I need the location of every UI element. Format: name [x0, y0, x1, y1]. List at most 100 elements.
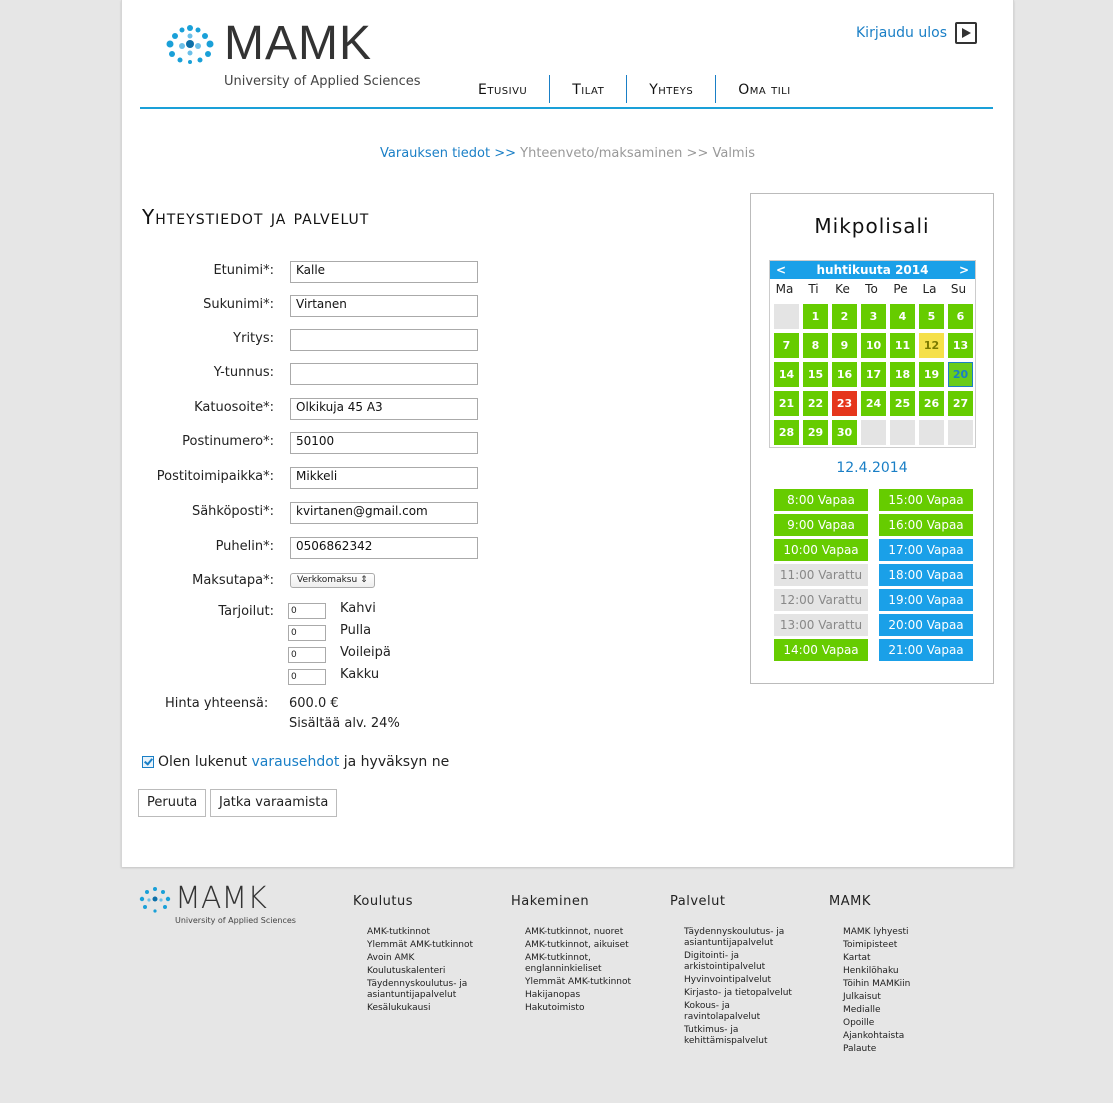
payment-select[interactable]: Verkkomaksu ⇕	[290, 573, 375, 588]
field-input[interactable]: Mikkeli	[290, 467, 478, 489]
footer-link[interactable]: Hakijanopas	[525, 990, 631, 1001]
calendar-day[interactable]: 2	[832, 304, 857, 329]
calendar-day[interactable]: 19	[919, 362, 944, 387]
footer-logo[interactable]: MAMK University of Applied Sciences	[137, 883, 307, 929]
footer-link[interactable]: Avoin AMK	[367, 953, 473, 964]
calendar-day[interactable]: 13	[948, 333, 973, 358]
calendar-day[interactable]: 9	[832, 333, 857, 358]
breadcrumb-active[interactable]: Varauksen tiedot >>	[380, 146, 516, 161]
calendar-day[interactable]: 20	[948, 362, 973, 387]
calendar-day[interactable]: 21	[774, 391, 799, 416]
calendar-day[interactable]: 22	[803, 391, 828, 416]
footer-link[interactable]: Tutkimus- ja kehittämispalvelut	[684, 1025, 792, 1047]
calendar-day[interactable]: 5	[919, 304, 944, 329]
time-slot[interactable]: 17:00 Vapaa	[879, 539, 973, 561]
field-label: Puhelin*:	[215, 539, 274, 554]
footer-link[interactable]: Julkaisut	[843, 992, 910, 1003]
footer-link[interactable]: Ajankohtaista	[843, 1031, 910, 1042]
footer-link[interactable]: Palaute	[843, 1044, 910, 1055]
calendar-day[interactable]: 1	[803, 304, 828, 329]
time-slot[interactable]: 15:00 Vapaa	[879, 489, 973, 511]
logout-link[interactable]: Kirjaudu ulos	[856, 22, 977, 44]
calendar-day[interactable]: 16	[832, 362, 857, 387]
footer-link[interactable]: Hakutoimisto	[525, 1003, 631, 1014]
footer-link[interactable]: AMK-tutkinnot, aikuiset	[525, 940, 631, 951]
time-slot[interactable]: 8:00 Vapaa	[774, 489, 868, 511]
field-input[interactable]: 50100	[290, 432, 478, 454]
calendar-day[interactable]: 25	[890, 391, 915, 416]
continue-button[interactable]: Jatka varaamista	[210, 789, 338, 817]
calendar-day[interactable]: 11	[890, 333, 915, 358]
calendar-day[interactable]: 23	[832, 391, 857, 416]
prev-month-button[interactable]: <	[776, 261, 786, 279]
terms-accept[interactable]: Olen lukenut varausehdot ja hyväksyn ne	[142, 754, 449, 770]
calendar-day[interactable]: 18	[890, 362, 915, 387]
footer-link[interactable]: Täydennyskoulutus- ja asiantuntijapalvel…	[684, 927, 792, 949]
calendar-day[interactable]: 29	[803, 420, 828, 445]
terms-checkbox[interactable]	[142, 756, 154, 768]
service-qty-input[interactable]: 0	[288, 669, 326, 685]
time-slot[interactable]: 14:00 Vapaa	[774, 639, 868, 661]
nav-yhteys[interactable]: Yhteys	[627, 75, 717, 103]
mamk-logo[interactable]: MAMK University of Applied Sciences	[160, 18, 440, 89]
service-qty-input[interactable]: 0	[288, 647, 326, 663]
calendar-day[interactable]: 27	[948, 391, 973, 416]
calendar-day[interactable]: 28	[774, 420, 799, 445]
field-input[interactable]	[290, 329, 478, 351]
service-qty-input[interactable]: 0	[288, 603, 326, 619]
time-slot[interactable]: 21:00 Vapaa	[879, 639, 973, 661]
time-slot[interactable]: 20:00 Vapaa	[879, 614, 973, 636]
time-slot[interactable]: 19:00 Vapaa	[879, 589, 973, 611]
footer-link[interactable]: Kirjasto- ja tietopalvelut	[684, 988, 792, 999]
footer-link[interactable]: Ylemmät AMK-tutkinnot	[525, 977, 631, 988]
field-input[interactable]: 0506862342	[290, 537, 478, 559]
footer-link[interactable]: Medialle	[843, 1005, 910, 1016]
time-slot[interactable]: 10:00 Vapaa	[774, 539, 868, 561]
footer-link[interactable]: Kartat	[843, 953, 910, 964]
footer-link[interactable]: Kesälukukausi	[367, 1003, 473, 1014]
calendar-day[interactable]: 10	[861, 333, 886, 358]
calendar-day[interactable]: 14	[774, 362, 799, 387]
footer-link[interactable]: Toimipisteet	[843, 940, 910, 951]
cancel-button[interactable]: Peruuta	[138, 789, 207, 817]
calendar-day[interactable]: 17	[861, 362, 886, 387]
time-slot[interactable]: 9:00 Vapaa	[774, 514, 868, 536]
field-input[interactable]: Virtanen	[290, 295, 478, 317]
calendar-day[interactable]: 24	[861, 391, 886, 416]
footer-link[interactable]: Ylemmät AMK-tutkinnot	[367, 940, 473, 951]
nav-etusivu[interactable]: Etusivu	[458, 75, 551, 103]
time-slot[interactable]: 16:00 Vapaa	[879, 514, 973, 536]
calendar-day[interactable]: 26	[919, 391, 944, 416]
calendar-day[interactable]: 8	[803, 333, 828, 358]
calendar-day[interactable]: 7	[774, 333, 799, 358]
weekday-label: Ti	[808, 282, 819, 296]
calendar-day[interactable]: 4	[890, 304, 915, 329]
calendar-day[interactable]: 30	[832, 420, 857, 445]
calendar-day[interactable]: 6	[948, 304, 973, 329]
service-qty-input[interactable]: 0	[288, 625, 326, 641]
footer-link[interactable]: MAMK lyhyesti	[843, 927, 910, 938]
terms-link[interactable]: varausehdot	[252, 754, 340, 770]
nav-oma-tili[interactable]: Oma tili	[716, 75, 813, 103]
footer-link[interactable]: Töihin MAMKiin	[843, 979, 910, 990]
footer-link[interactable]: Täydennyskoulutus- ja asiantuntijapalvel…	[367, 979, 473, 1001]
footer-link[interactable]: Henkilöhaku	[843, 966, 910, 977]
footer-link[interactable]: Digitointi- ja arkistointipalvelut	[684, 951, 792, 973]
time-slot[interactable]: 18:00 Vapaa	[879, 564, 973, 586]
footer-link[interactable]: Koulutuskalenteri	[367, 966, 473, 977]
field-input[interactable]	[290, 363, 478, 385]
field-input[interactable]: Olkikuja 45 A3	[290, 398, 478, 420]
footer-link[interactable]: AMK-tutkinnot, englanninkieliset	[525, 953, 631, 975]
footer-link[interactable]: AMK-tutkinnot, nuoret	[525, 927, 631, 938]
calendar-day[interactable]: 12	[919, 333, 944, 358]
calendar-day[interactable]: 15	[803, 362, 828, 387]
field-input[interactable]: Kalle	[290, 261, 478, 283]
field-input[interactable]: kvirtanen@gmail.com	[290, 502, 478, 524]
footer-link[interactable]: Opoille	[843, 1018, 910, 1029]
next-month-button[interactable]: >	[959, 261, 969, 279]
footer-link[interactable]: AMK-tutkinnot	[367, 927, 473, 938]
footer-link[interactable]: Kokous- ja ravintolapalvelut	[684, 1001, 792, 1023]
nav-tilat[interactable]: Tilat	[550, 75, 628, 103]
footer-link[interactable]: Hyvinvointipalvelut	[684, 975, 792, 986]
calendar-day[interactable]: 3	[861, 304, 886, 329]
